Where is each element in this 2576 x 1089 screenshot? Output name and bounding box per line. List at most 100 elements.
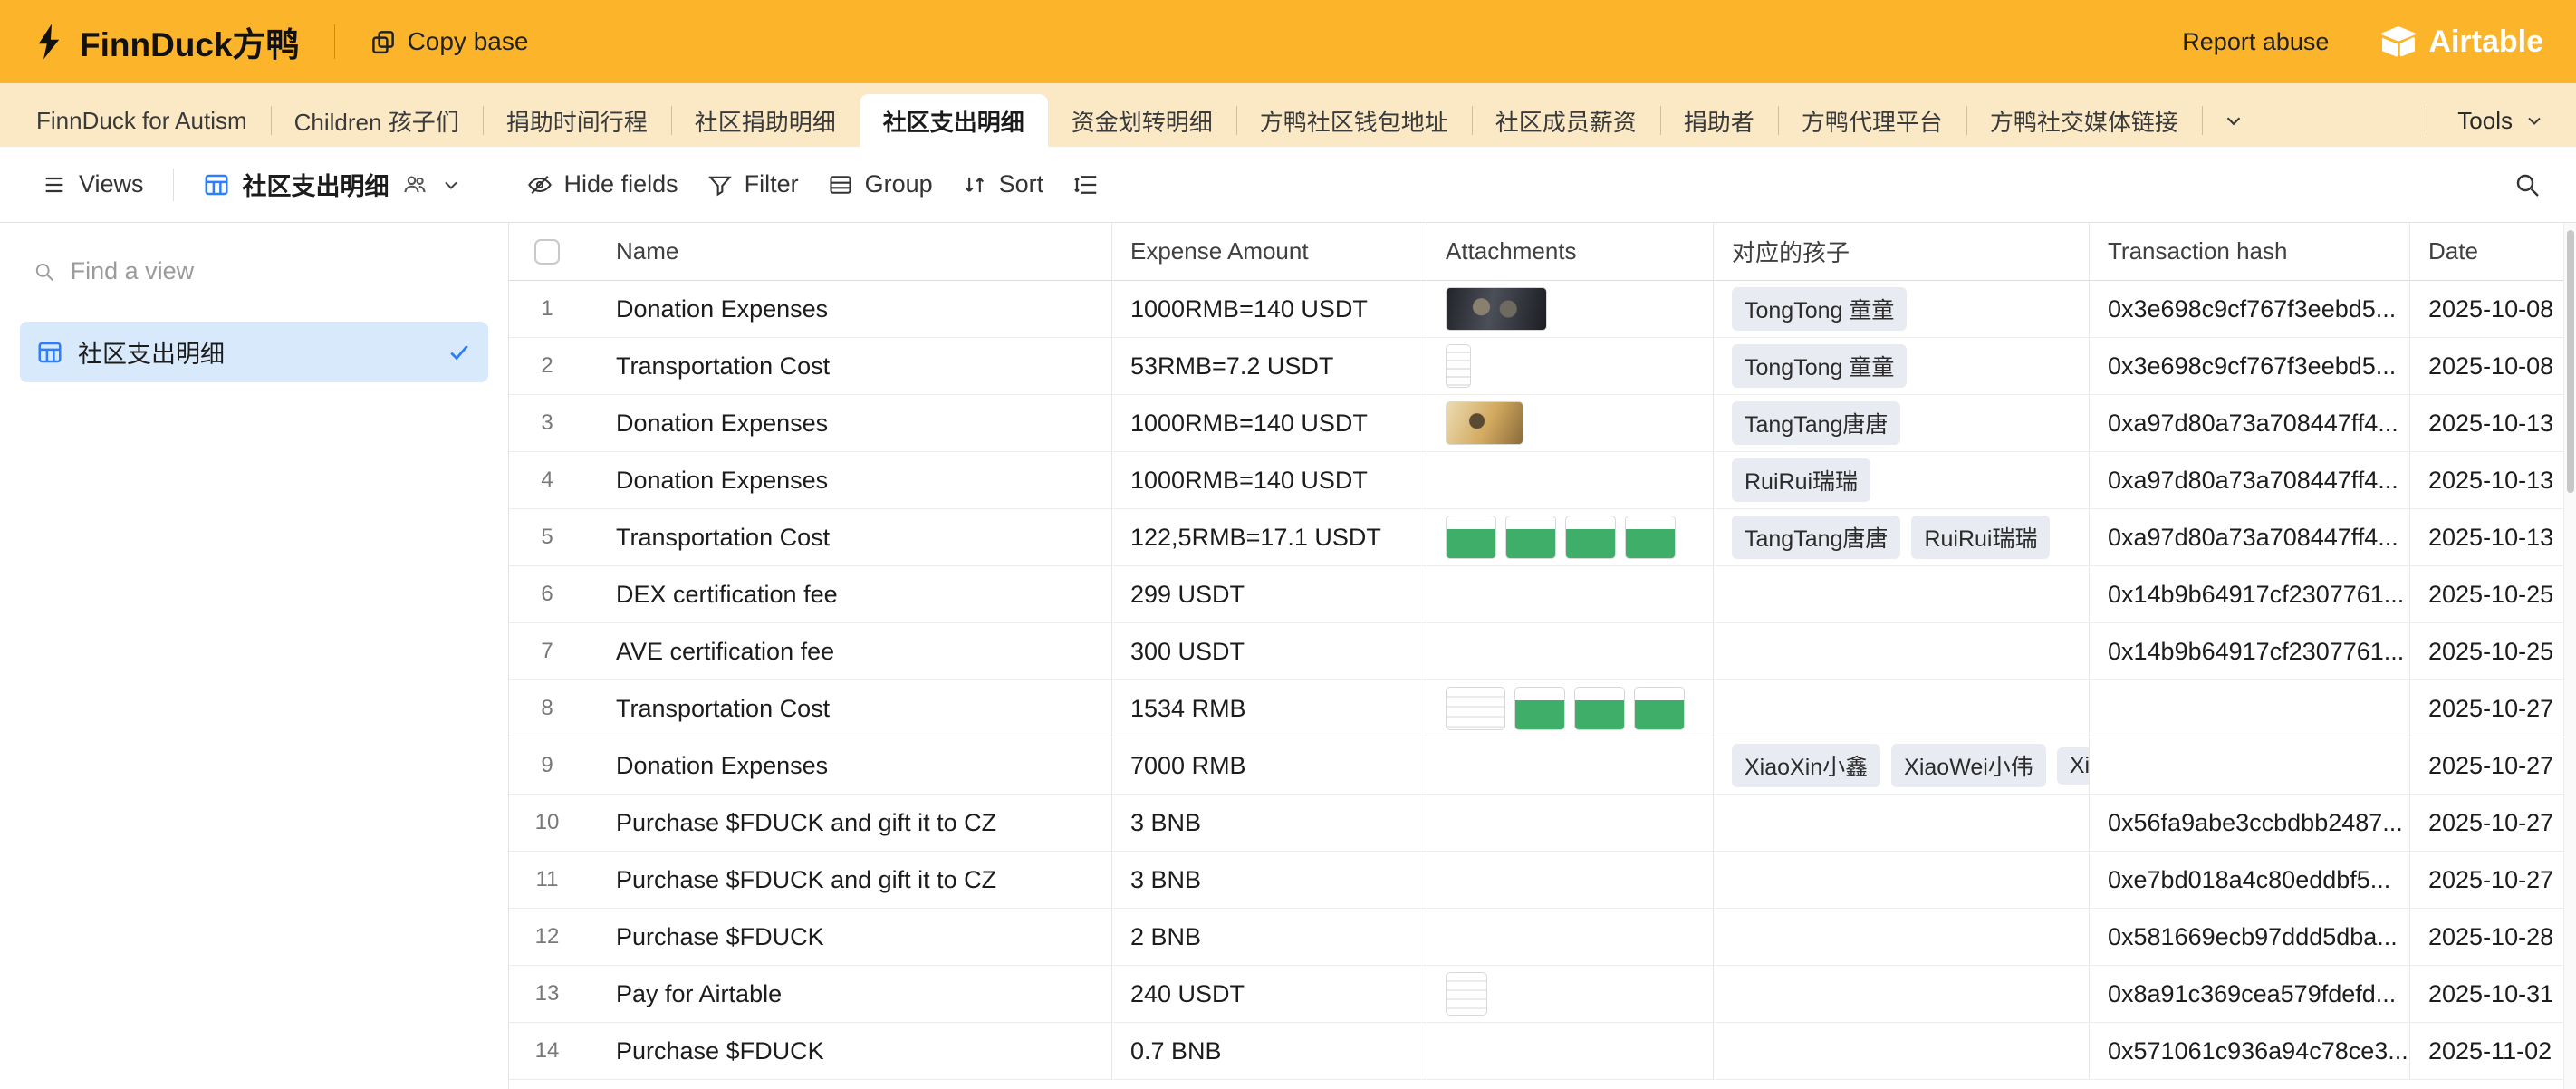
cell-attachments[interactable] [1427,795,1714,851]
tab-10[interactable]: 方鸭社交媒体链接 [1966,94,2202,147]
cell-attachments[interactable] [1427,566,1714,622]
cell-expense-amount[interactable]: 3 BNB [1112,795,1427,851]
cell-name[interactable]: DEX certification fee [585,566,1112,622]
cell-transaction-hash[interactable]: 0x3e698c9cf767f3eebd5... [2090,281,2410,337]
cell-name[interactable]: Donation Expenses [585,281,1112,337]
table-row[interactable]: 8Transportation Cost1534 RMB2025-10-27 [509,680,2576,737]
copy-base-button[interactable]: Copy base [370,27,529,56]
select-all-checkbox[interactable] [534,239,560,265]
attachment-thumb-receipt-white[interactable] [1446,687,1505,730]
cell-expense-amount[interactable]: 53RMB=7.2 USDT [1112,338,1427,394]
cell-name[interactable]: Pay for Airtable [585,966,1112,1022]
cell-attachments[interactable] [1427,623,1714,679]
child-tag[interactable]: TongTong 童童 [1732,344,1907,388]
attachment-thumb-photo-dark[interactable] [1446,287,1547,331]
table-row[interactable]: 14Purchase $FDUCK0.7 BNB0x571061c936a94c… [509,1023,2576,1080]
cell-name[interactable]: Transportation Cost [585,338,1112,394]
views-button[interactable]: Views [27,161,159,207]
tabs-overflow-button[interactable] [2202,94,2265,147]
cell-attachments[interactable] [1427,281,1714,337]
column-header-2[interactable]: Attachments [1427,223,1714,280]
view-list-item[interactable]: 社区支出明细 [20,322,488,382]
cell-transaction-hash[interactable]: 0xa97d80a73a708447ff4... [2090,395,2410,451]
cell-expense-amount[interactable]: 0.7 BNB [1112,1023,1427,1079]
cell-children[interactable]: XiaoXin小鑫XiaoWei小伟Xi [1714,737,2090,794]
cell-expense-amount[interactable]: 2 BNB [1112,909,1427,965]
cell-transaction-hash[interactable]: 0xa97d80a73a708447ff4... [2090,509,2410,565]
cell-date[interactable]: 2025-10-28 [2410,909,2562,965]
column-header-5[interactable]: Date [2410,223,2562,280]
attachment-thumb-receipt-green[interactable] [1514,687,1565,730]
cell-expense-amount[interactable]: 299 USDT [1112,566,1427,622]
cell-children[interactable] [1714,566,2090,622]
tab-7[interactable]: 社区成员薪资 [1472,94,1660,147]
cell-date[interactable]: 2025-10-27 [2410,680,2562,737]
table-row[interactable]: 12Purchase $FDUCK2 BNB0x581669ecb97ddd5d… [509,909,2576,966]
sort-button[interactable]: Sort [947,161,1059,207]
cell-date[interactable]: 2025-10-25 [2410,566,2562,622]
cell-name[interactable]: Donation Expenses [585,737,1112,794]
find-view-input[interactable] [71,257,476,285]
cell-date[interactable]: 2025-10-13 [2410,509,2562,565]
table-row[interactable]: 11Purchase $FDUCK and gift it to CZ3 BNB… [509,852,2576,909]
cell-expense-amount[interactable]: 3 BNB [1112,852,1427,908]
attachment-thumb-receipt-tall[interactable] [1446,344,1471,388]
cell-attachments[interactable] [1427,680,1714,737]
cell-transaction-hash[interactable] [2090,737,2410,794]
child-tag[interactable]: XiaoWei小伟 [1891,744,2046,787]
cell-attachments[interactable] [1427,338,1714,394]
cell-name[interactable]: Transportation Cost [585,680,1112,737]
child-tag[interactable]: Xi [2057,747,2090,785]
group-button[interactable]: Group [813,161,947,207]
cell-date[interactable]: 2025-10-13 [2410,395,2562,451]
cell-transaction-hash[interactable] [2090,680,2410,737]
cell-date[interactable]: 2025-10-13 [2410,452,2562,508]
cell-expense-amount[interactable]: 7000 RMB [1112,737,1427,794]
cell-date[interactable]: 2025-10-08 [2410,338,2562,394]
cell-attachments[interactable] [1427,909,1714,965]
child-tag[interactable]: TangTang唐唐 [1732,516,1900,559]
column-header-3[interactable]: 对应的孩子 [1714,223,2090,280]
tab-0[interactable]: FinnDuck for Autism [13,94,271,147]
cell-children[interactable] [1714,966,2090,1022]
cell-transaction-hash[interactable]: 0x581669ecb97ddd5dba... [2090,909,2410,965]
cell-date[interactable]: 2025-10-27 [2410,737,2562,794]
cell-attachments[interactable] [1427,395,1714,451]
cell-children[interactable]: TongTong 童童 [1714,338,2090,394]
cell-name[interactable]: Purchase $FDUCK [585,909,1112,965]
child-tag[interactable]: RuiRui瑞瑞 [1911,516,2050,559]
child-tag[interactable]: TangTang唐唐 [1732,401,1900,445]
cell-transaction-hash[interactable]: 0x571061c936a94c78ce3... [2090,1023,2410,1079]
cell-expense-amount[interactable]: 300 USDT [1112,623,1427,679]
table-row[interactable]: 6DEX certification fee299 USDT0x14b9b649… [509,566,2576,623]
airtable-logo[interactable]: Airtable [2379,24,2543,60]
vertical-scrollbar[interactable] [2563,223,2576,1089]
report-abuse-link[interactable]: Report abuse [2182,28,2329,56]
attachment-thumb-receipt-green[interactable] [1565,516,1616,559]
cell-attachments[interactable] [1427,852,1714,908]
cell-name[interactable]: Purchase $FDUCK and gift it to CZ [585,795,1112,851]
attachment-thumb-receipt-small[interactable] [1446,972,1487,1016]
table-row[interactable]: 5Transportation Cost122,5RMB=17.1 USDTTa… [509,509,2576,566]
tab-4[interactable]: 社区支出明细 [860,94,1048,147]
cell-date[interactable]: 2025-10-08 [2410,281,2562,337]
cell-children[interactable]: RuiRui瑞瑞 [1714,452,2090,508]
cell-expense-amount[interactable]: 240 USDT [1112,966,1427,1022]
cell-name[interactable]: Purchase $FDUCK [585,1023,1112,1079]
table-row[interactable]: 2Transportation Cost53RMB=7.2 USDTTongTo… [509,338,2576,395]
child-tag[interactable]: RuiRui瑞瑞 [1732,458,1870,502]
column-header-4[interactable]: Transaction hash [2090,223,2410,280]
cell-expense-amount[interactable]: 1534 RMB [1112,680,1427,737]
attachment-thumb-receipt-green[interactable] [1574,687,1625,730]
cell-transaction-hash[interactable]: 0x3e698c9cf767f3eebd5... [2090,338,2410,394]
cell-transaction-hash[interactable]: 0x14b9b64917cf2307761... [2090,623,2410,679]
filter-button[interactable]: Filter [693,161,813,207]
row-height-button[interactable] [1058,162,1114,207]
attachment-thumb-receipt-green[interactable] [1446,516,1496,559]
search-button[interactable] [2505,163,2549,207]
cell-date[interactable]: 2025-10-27 [2410,852,2562,908]
tab-6[interactable]: 方鸭社区钱包地址 [1236,94,1472,147]
table-row[interactable]: 3Donation Expenses1000RMB=140 USDTTangTa… [509,395,2576,452]
cell-transaction-hash[interactable]: 0x56fa9abe3ccbdbb2487... [2090,795,2410,851]
cell-date[interactable]: 2025-10-25 [2410,623,2562,679]
